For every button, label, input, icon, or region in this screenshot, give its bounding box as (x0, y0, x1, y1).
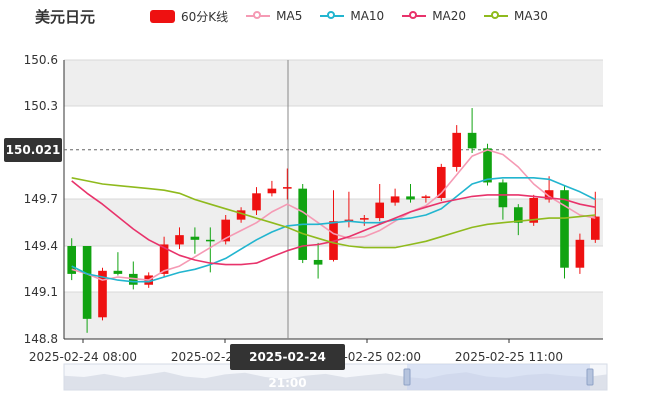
y-tick-label: 149.4 (24, 239, 58, 253)
y-tick-label: 150.6 (24, 53, 58, 67)
grid-band (64, 106, 603, 199)
candle-body[interactable] (175, 235, 184, 245)
candle-body[interactable] (313, 259, 323, 265)
candle-body[interactable] (390, 196, 400, 203)
candlestick-chart[interactable]: 150.6 150.3 149.7 149.4 149.1 148.8 2025-02-24… (0, 0, 670, 400)
y-tick-label: 149.1 (24, 285, 58, 299)
ma20-legend-swatch (402, 11, 427, 19)
candle-body[interactable] (452, 132, 462, 167)
candle-body[interactable] (205, 239, 215, 242)
legend-label: MA30 (514, 9, 548, 23)
grid-band (64, 292, 603, 339)
legend-label: MA20 (432, 9, 467, 23)
candle-body[interactable] (82, 246, 92, 319)
legend-item-ma5[interactable]: MA5 (246, 9, 302, 23)
y-tick-label: 149.7 (24, 192, 58, 206)
candle-body[interactable] (267, 188, 277, 194)
ma30-legend-swatch (484, 11, 509, 19)
legend: 60分K线 MA5 MA10 MA20 MA30 (150, 8, 566, 24)
kline-legend-swatch (150, 9, 175, 23)
legend-label: MA10 (350, 9, 385, 23)
candle-body[interactable] (252, 193, 261, 211)
candle-body[interactable] (575, 239, 585, 268)
candle-body[interactable] (359, 218, 369, 220)
x-tick-label: 2025-02-24 08:00 (29, 350, 137, 364)
zoom-handle-left[interactable] (403, 368, 411, 386)
candle-body[interactable] (590, 216, 600, 240)
candle-body[interactable] (282, 187, 292, 189)
zoom-slider-window[interactable] (407, 364, 590, 390)
candle-body[interactable] (113, 270, 123, 274)
candle-body[interactable] (406, 196, 415, 200)
grid-band (64, 60, 603, 106)
crosshair-price-label: 150.021 (4, 138, 62, 162)
zoom-handle-right[interactable] (586, 368, 594, 386)
ma5-legend-swatch (246, 11, 271, 19)
candle-body[interactable] (560, 190, 569, 268)
candle-body[interactable] (483, 148, 492, 183)
legend-item-ma20[interactable]: MA20 (402, 9, 466, 23)
legend-item-kline[interactable]: 60分K线 (150, 8, 228, 25)
x-tick-label: 2025-02-25 11:00 (455, 350, 563, 364)
chart-title: 美元日元 (35, 8, 96, 26)
crosshair-time-label: 2025-02-24 21:00 (230, 344, 345, 390)
legend-label: 60分K线 (181, 9, 229, 24)
legend-item-ma30[interactable]: MA30 (484, 9, 548, 23)
candle-body[interactable] (190, 236, 200, 240)
legend-label: MA5 (276, 9, 303, 23)
ma10-legend-swatch (320, 11, 345, 19)
candle-body[interactable] (421, 196, 431, 198)
candle-body[interactable] (375, 202, 385, 219)
candle-body[interactable] (467, 132, 477, 149)
y-tick-label: 150.3 (24, 99, 58, 113)
legend-item-ma10[interactable]: MA10 (320, 9, 384, 23)
y-tick-label: 148.8 (24, 332, 58, 346)
